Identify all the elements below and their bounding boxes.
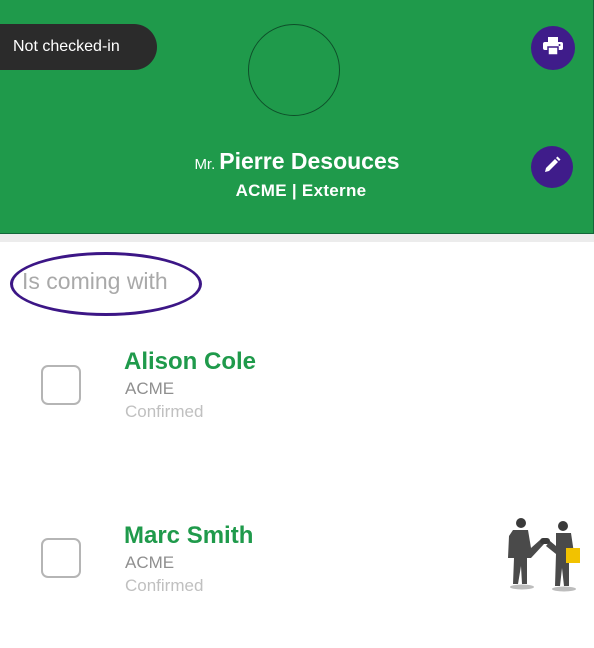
companion-status: Confirmed [125, 402, 204, 421]
handshake-illustration [500, 514, 588, 596]
header-divider [0, 234, 594, 242]
avatar[interactable] [248, 24, 340, 116]
attendee-detail-screen: Not checked-in Mr. Pierre Desouces ACME |… [0, 0, 594, 648]
attendee-organization: ACME | Externe [235, 181, 367, 200]
companion-name: Alison Cole [124, 348, 257, 375]
companion-checkbox[interactable] [41, 538, 81, 578]
companion-name: Marc Smith [124, 522, 254, 549]
attendee-title: Mr. [194, 156, 216, 173]
print-badge-button[interactable] [531, 26, 575, 70]
attendee-name: Pierre Desouces [219, 148, 400, 174]
printer-icon [543, 36, 563, 60]
companion-status: Confirmed [125, 576, 204, 595]
companion-checkbox[interactable] [41, 365, 81, 405]
highlight-annotation [10, 252, 202, 316]
companion-row[interactable]: Alison Cole ACME Confirmed [0, 340, 594, 450]
edit-attendee-button[interactable] [531, 146, 573, 188]
companion-organization: ACME [125, 379, 175, 398]
companion-row[interactable]: Marc Smith ACME Confirmed [0, 514, 594, 624]
pencil-icon [543, 156, 561, 179]
checkin-status-badge[interactable]: Not checked-in [0, 24, 157, 70]
attendee-name-line: Mr. Pierre Desouces [0, 148, 594, 175]
companion-organization: ACME [125, 553, 175, 572]
attendee-header: Not checked-in Mr. Pierre Desouces ACME |… [0, 0, 594, 234]
